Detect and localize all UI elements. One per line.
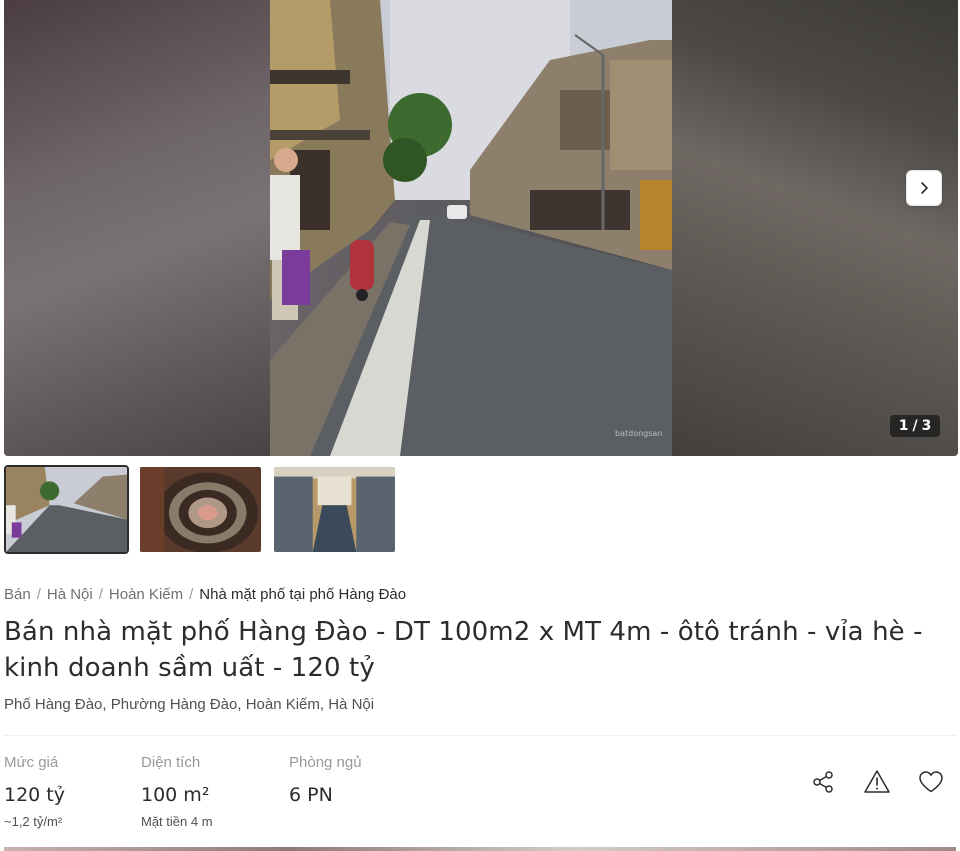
listing-actions (808, 766, 946, 798)
thumbnail-staircase[interactable] (138, 465, 263, 554)
stat-area: Diện tích 100 m² Mặt tiền 4 m (141, 754, 289, 830)
gallery-blur-left (4, 0, 270, 456)
image-counter: 1 / 3 (890, 415, 940, 437)
divider (4, 735, 956, 736)
gallery-blur-right (670, 0, 958, 456)
stat-bedrooms: Phòng ngủ 6 PN (289, 754, 409, 830)
svg-text:batdongsan: batdongsan (615, 429, 662, 438)
next-image-button[interactable] (906, 170, 942, 206)
price-per-m2: ~1,2 tỷ/m² (4, 814, 63, 829)
frontage-value: Mặt tiền 4 m (141, 814, 213, 829)
share-icon (813, 771, 833, 793)
listing-address: Phố Hàng Đào, Phường Hàng Đào, Hoàn Kiếm… (4, 696, 375, 713)
breadcrumb-separator: / (98, 585, 103, 603)
counter-total: 3 (921, 418, 932, 434)
bedrooms-label: Phòng ngủ (289, 754, 362, 771)
listing-stats: Mức giá 120 tỷ ~1,2 tỷ/m² Diện tích 100 … (4, 754, 409, 830)
report-icon (864, 770, 890, 793)
listing-title: Bán nhà mặt phố Hàng Đào - DT 100m2 x MT… (4, 617, 923, 683)
thumbnail-strip (4, 465, 397, 554)
area-value: 100 m² (141, 784, 210, 806)
price-value: 120 tỷ (4, 784, 65, 806)
breadcrumb-item-ha-noi[interactable]: Hà Nội (47, 586, 93, 603)
stat-price: Mức giá 120 tỷ ~1,2 tỷ/m² (4, 754, 141, 830)
breadcrumb-item-hoan-kiem[interactable]: Hoàn Kiếm (109, 586, 183, 603)
counter-current: 1 (898, 418, 909, 434)
heart-icon (919, 771, 943, 793)
next-section-edge (4, 847, 956, 851)
save-favorite-button[interactable] (916, 766, 946, 798)
breadcrumb-current: Nhà mặt phố tại phố Hàng Đào (199, 585, 407, 603)
thumbnail-street[interactable] (4, 465, 129, 554)
chevron-right-icon (921, 182, 928, 194)
breadcrumb-item-ban[interactable]: Bán (4, 586, 31, 603)
counter-separator: / (912, 418, 918, 434)
main-photo[interactable]: batdongsan (270, 0, 672, 456)
breadcrumb-separator: / (36, 585, 41, 603)
thumbnail-shop[interactable] (272, 465, 397, 554)
area-label: Diện tích (141, 754, 201, 771)
breadcrumb-separator: / (189, 585, 194, 603)
bedrooms-value: 6 PN (289, 784, 333, 806)
breadcrumb: Bán / Hà Nội / Hoàn Kiếm / Nhà mặt phố t… (4, 584, 406, 604)
image-gallery[interactable]: batdongsan 1 / 3 (4, 0, 958, 456)
share-button[interactable] (808, 766, 838, 798)
price-label: Mức giá (4, 754, 59, 771)
report-button[interactable] (862, 766, 892, 798)
